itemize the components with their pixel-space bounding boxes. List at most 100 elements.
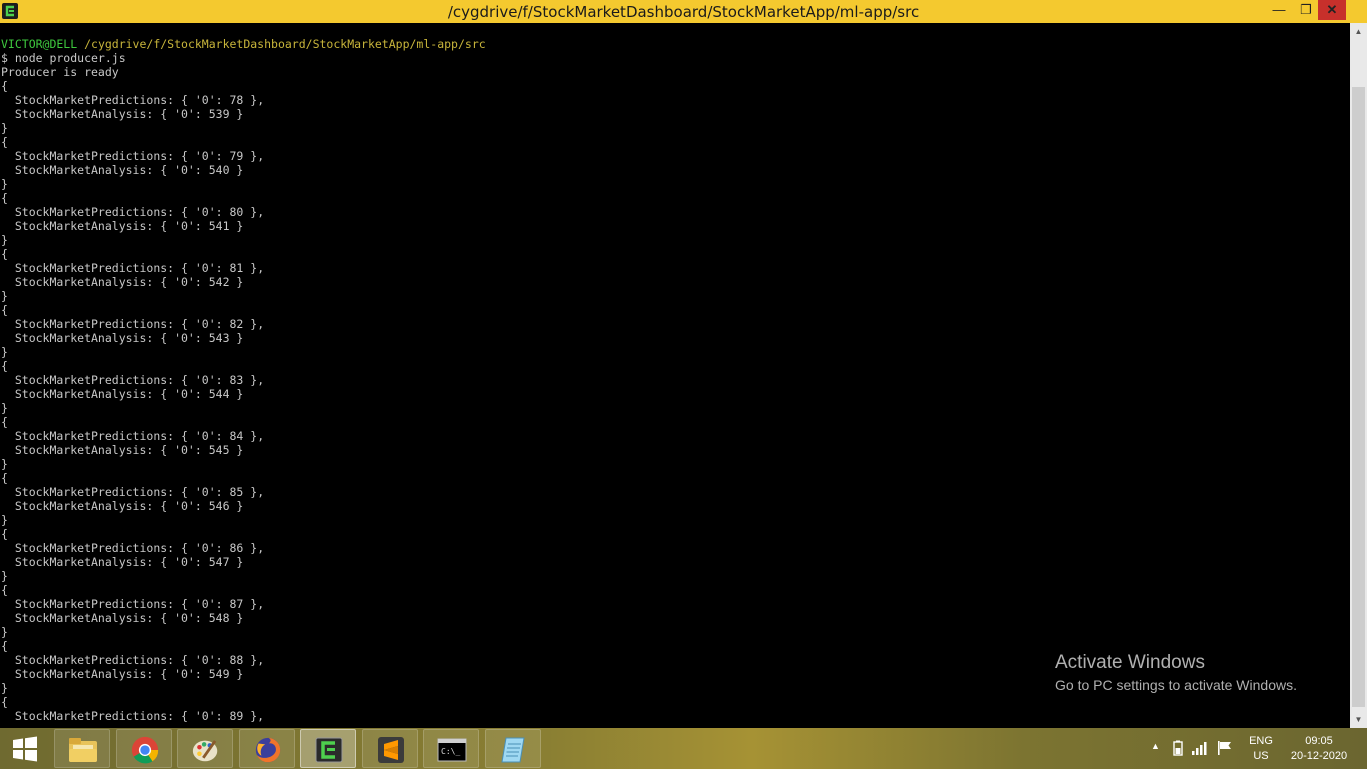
record-analysis-line: 539 — [208, 107, 230, 121]
sublime-text-icon — [378, 737, 404, 763]
record-open-brace: { — [1, 695, 8, 709]
prompt-user: VICTOR@DELL — [1, 37, 78, 51]
taskbar-command-prompt[interactable]: C:\_ — [423, 729, 479, 768]
folder-icon — [69, 738, 97, 762]
record-open-brace: { — [1, 135, 8, 149]
record-close-brace: } — [1, 233, 8, 247]
record-analysis-line: 544 — [208, 387, 230, 401]
network-signal-icon[interactable] — [1191, 741, 1207, 755]
taskbar-file-explorer[interactable] — [54, 729, 110, 768]
windows-logo-icon — [13, 736, 37, 762]
taskbar-paint[interactable] — [177, 729, 233, 768]
taskbar-sublime-text[interactable] — [362, 729, 418, 768]
record-analysis-line: 540 — [208, 163, 230, 177]
record-analysis-line: 548 — [208, 611, 230, 625]
activate-windows-watermark: Activate Windows Go to PC settings to ac… — [1055, 652, 1297, 693]
terminal-record: { StockMarketPredictions: { '0': 88 }, S… — [1, 639, 265, 695]
terminal-record: { StockMarketPredictions: { '0': 82 }, S… — [1, 303, 265, 359]
command-prompt-icon: C:\_ — [437, 738, 467, 762]
record-analysis-line: 546 — [208, 499, 230, 513]
maximize-button[interactable]: ❐ — [1292, 0, 1320, 20]
terminal-record: { StockMarketPredictions: { '0': 79 }, S… — [1, 135, 265, 191]
record-predictions-line: 83 — [229, 373, 244, 387]
record-open-brace: { — [1, 415, 8, 429]
terminal-record: { StockMarketPredictions: { '0': 78 }, S… — [1, 79, 265, 135]
record-close-brace: } — [1, 681, 8, 695]
record-open-brace: { — [1, 583, 8, 597]
terminal-record: { StockMarketPredictions: { '0': 81 }, S… — [1, 247, 265, 303]
record-analysis-line: 541 — [208, 219, 230, 233]
record-open-brace: { — [1, 247, 8, 261]
record-predictions-line: 87 — [229, 597, 244, 611]
watermark-subtitle: Go to PC settings to activate Windows. — [1055, 677, 1297, 693]
record-open-brace: { — [1, 303, 8, 317]
terminal-area[interactable]: VICTOR@DELL /cygdrive/f/StockMarketDashb… — [0, 23, 1350, 728]
start-button[interactable] — [0, 729, 52, 768]
taskbar-cygwin-terminal[interactable] — [300, 729, 356, 768]
record-open-brace: { — [1, 527, 8, 541]
record-open-brace: { — [1, 191, 8, 205]
window-titlebar[interactable]: /cygdrive/f/StockMarketDashboard/StockMa… — [0, 0, 1367, 23]
minimize-button[interactable]: — — [1265, 0, 1293, 20]
record-predictions-line: 85 — [229, 485, 244, 499]
scroll-down-button[interactable]: ▼ — [1350, 711, 1367, 728]
clock-date: 20-12-2020 — [1290, 750, 1348, 762]
terminal-output: VICTOR@DELL /cygdrive/f/StockMarketDashb… — [1, 37, 486, 723]
record-close-brace: } — [1, 345, 8, 359]
record-predictions-line: 84 — [229, 429, 244, 443]
taskbar-notepad[interactable] — [485, 729, 541, 768]
record-analysis-line: 547 — [208, 555, 230, 569]
terminal-record: { StockMarketPredictions: { '0': 85 }, S… — [1, 471, 265, 527]
terminal-record: { StockMarketPredictions: { '0': 86 }, S… — [1, 527, 265, 583]
record-open-brace: { — [1, 639, 8, 653]
record-predictions-line: 78 — [229, 93, 244, 107]
firefox-icon — [255, 737, 281, 763]
svg-text:C:\_: C:\_ — [441, 747, 460, 756]
terminal-record: { StockMarketPredictions: { '0': 87 }, S… — [1, 583, 265, 639]
record-close-brace: } — [1, 289, 8, 303]
partial-line: StockMarketPredictions: { '0': 89 }, — [1, 709, 265, 723]
record-close-brace: } — [1, 457, 8, 471]
record-open-brace: { — [1, 359, 8, 373]
tray-overflow-icon[interactable]: ▲ — [1151, 741, 1160, 751]
record-predictions-line: 79 — [229, 149, 244, 163]
records-output: { StockMarketPredictions: { '0': 78 }, S… — [1, 79, 264, 709]
record-analysis-line: 545 — [208, 443, 230, 457]
status-line: Producer is ready — [1, 65, 119, 79]
record-close-brace: } — [1, 569, 8, 583]
record-analysis-line: 549 — [208, 667, 230, 681]
scroll-thumb[interactable] — [1352, 87, 1365, 707]
taskbar-firefox[interactable] — [239, 729, 295, 768]
record-predictions-line: 82 — [229, 317, 244, 331]
record-predictions-line: 86 — [229, 541, 244, 555]
chrome-icon — [131, 736, 159, 764]
record-analysis-line: 542 — [208, 275, 230, 289]
record-close-brace: } — [1, 513, 8, 527]
battery-icon[interactable] — [1171, 740, 1185, 756]
watermark-title: Activate Windows — [1055, 652, 1205, 673]
record-predictions-line: 81 — [229, 261, 244, 275]
command-line: $ node producer.js — [1, 51, 126, 65]
terminal-record: { StockMarketPredictions: { '0': 80 }, S… — [1, 191, 265, 247]
system-clock[interactable]: 09:05 20-12-2020 — [1285, 734, 1353, 764]
record-close-brace: } — [1, 401, 8, 415]
terminal-scrollbar[interactable]: ▲ ▼ — [1350, 23, 1367, 728]
record-close-brace: } — [1, 177, 8, 191]
record-open-brace: { — [1, 79, 8, 93]
keyboard-layout: US — [1253, 750, 1269, 762]
prompt-path: /cygdrive/f/StockMarketDashboard/StockMa… — [77, 37, 486, 51]
record-open-brace: { — [1, 471, 8, 485]
record-predictions-line: 88 — [229, 653, 244, 667]
close-button[interactable]: ✕ — [1318, 0, 1346, 20]
terminal-record: { StockMarketPredictions: { '0': 84 }, S… — [1, 415, 265, 471]
record-close-brace: } — [1, 121, 8, 135]
taskbar-chrome[interactable] — [116, 729, 172, 768]
language-indicator[interactable]: ENG US — [1247, 734, 1275, 764]
record-close-brace: } — [1, 625, 8, 639]
action-center-flag-icon[interactable] — [1217, 741, 1233, 755]
record-predictions-line: 80 — [229, 205, 244, 219]
paint-palette-icon — [192, 740, 218, 762]
notepad-icon — [501, 737, 525, 763]
scroll-up-button[interactable]: ▲ — [1350, 23, 1367, 40]
window-title: /cygdrive/f/StockMarketDashboard/StockMa… — [447, 3, 920, 21]
